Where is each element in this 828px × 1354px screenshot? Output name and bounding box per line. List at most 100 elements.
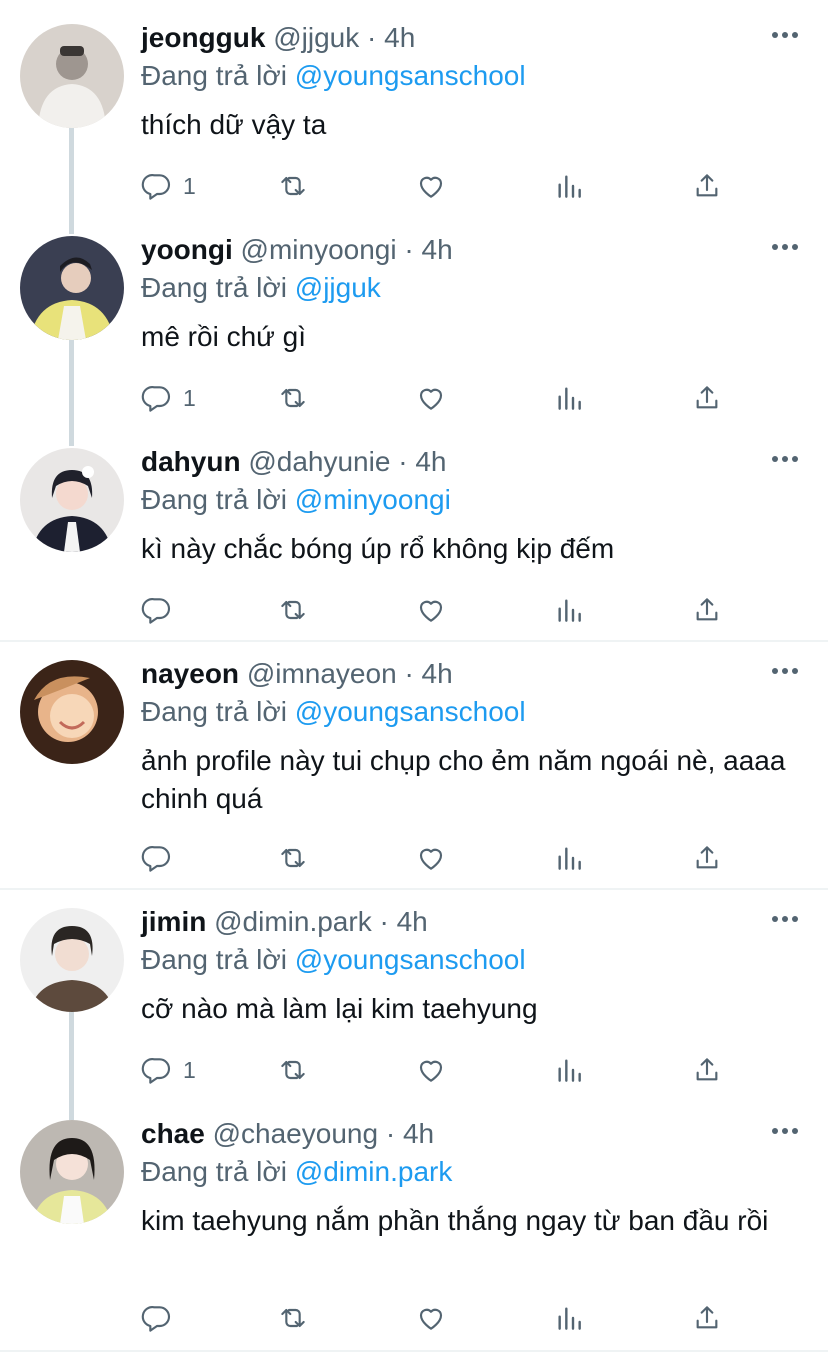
like-button[interactable] bbox=[415, 840, 447, 876]
user-handle[interactable]: @dimin.park bbox=[214, 906, 372, 937]
reply-button[interactable]: 1 bbox=[141, 168, 196, 204]
like-button[interactable] bbox=[415, 380, 447, 416]
avatar[interactable] bbox=[20, 660, 124, 764]
avatar[interactable] bbox=[20, 448, 124, 552]
tweet-text: ảnh profile này tui chụp cho ẻm năm ngoá… bbox=[141, 745, 786, 814]
mention-link[interactable]: @dimin.park bbox=[295, 1156, 453, 1187]
timestamp[interactable]: 4h bbox=[403, 1118, 434, 1149]
more-icon[interactable] bbox=[772, 30, 798, 40]
more-icon[interactable] bbox=[772, 666, 798, 676]
share-button[interactable] bbox=[691, 1052, 723, 1088]
timestamp[interactable]: 4h bbox=[415, 446, 446, 477]
retweet-button[interactable] bbox=[277, 840, 309, 876]
avatar[interactable] bbox=[20, 236, 124, 340]
share-icon bbox=[696, 1306, 718, 1329]
action-bar: 1 bbox=[141, 168, 741, 204]
share-button[interactable] bbox=[691, 168, 723, 204]
reply-icon bbox=[141, 846, 171, 872]
more-icon[interactable] bbox=[772, 242, 798, 252]
tweet-text: thích dữ vậy ta bbox=[141, 109, 327, 140]
analytics-button[interactable] bbox=[553, 380, 585, 416]
like-button[interactable] bbox=[415, 1300, 447, 1336]
analytics-icon bbox=[558, 847, 581, 870]
analytics-button[interactable] bbox=[553, 1300, 585, 1336]
retweet-button[interactable] bbox=[277, 380, 309, 416]
timestamp[interactable]: 4h bbox=[397, 906, 428, 937]
share-button[interactable] bbox=[691, 592, 723, 628]
avatar[interactable] bbox=[20, 24, 124, 128]
action-bar bbox=[141, 1300, 741, 1336]
like-button[interactable] bbox=[415, 168, 447, 204]
analytics-button[interactable] bbox=[553, 840, 585, 876]
reply-prefix: Đang trả lời bbox=[141, 272, 287, 303]
user-handle[interactable]: @minyoongi bbox=[241, 234, 397, 265]
analytics-button[interactable] bbox=[553, 592, 585, 628]
reply-button[interactable] bbox=[141, 840, 183, 876]
display-name[interactable]: jeongguk bbox=[141, 22, 265, 53]
analytics-button[interactable] bbox=[553, 1052, 585, 1088]
share-button[interactable] bbox=[691, 840, 723, 876]
mention-link[interactable]: @minyoongi bbox=[295, 484, 451, 515]
display-name[interactable]: dahyun bbox=[141, 446, 241, 477]
timestamp[interactable]: 4h bbox=[384, 22, 415, 53]
like-button[interactable] bbox=[415, 1052, 447, 1088]
user-handle[interactable]: @jjguk bbox=[273, 22, 359, 53]
display-name[interactable]: jimin bbox=[141, 906, 206, 937]
tweet-header: nayeon @imnayeon · 4h bbox=[141, 656, 453, 692]
mention-link[interactable]: @youngsanschool bbox=[295, 60, 526, 91]
share-button[interactable] bbox=[691, 380, 723, 416]
share-button[interactable] bbox=[691, 1300, 723, 1336]
retweet-button[interactable] bbox=[277, 1052, 309, 1088]
separator-dot: · bbox=[385, 1118, 396, 1149]
tweet-header: yoongi @minyoongi · 4h bbox=[141, 232, 453, 268]
mention-link[interactable]: @youngsanschool bbox=[295, 944, 526, 975]
like-icon bbox=[419, 1308, 443, 1330]
tweet-header: chae @chaeyoung · 4h bbox=[141, 1116, 434, 1152]
retweet-button[interactable] bbox=[277, 592, 309, 628]
retweet-button[interactable] bbox=[277, 1300, 309, 1336]
like-button[interactable] bbox=[415, 592, 447, 628]
reply-context: Đang trả lời @minyoongi bbox=[141, 482, 451, 518]
reply-context: Đang trả lời @youngsanschool bbox=[141, 694, 526, 730]
display-name[interactable]: chae bbox=[141, 1118, 205, 1149]
reply-prefix: Đang trả lời bbox=[141, 484, 287, 515]
tweet-text: kim taehyung nắm phần thắng ngay từ ban … bbox=[141, 1205, 769, 1236]
retweet-icon bbox=[281, 1060, 305, 1080]
share-icon bbox=[696, 174, 718, 197]
user-handle[interactable]: @imnayeon bbox=[247, 658, 397, 689]
more-icon[interactable] bbox=[772, 914, 798, 924]
avatar[interactable] bbox=[20, 1120, 124, 1224]
reply-context: Đang trả lời @jjguk bbox=[141, 270, 381, 306]
reply-button[interactable]: 1 bbox=[141, 1052, 196, 1088]
display-name[interactable]: yoongi bbox=[141, 234, 233, 265]
reply-button[interactable]: 1 bbox=[141, 380, 196, 416]
share-icon bbox=[696, 598, 718, 621]
more-icon[interactable] bbox=[772, 454, 798, 464]
reply-prefix: Đang trả lời bbox=[141, 944, 287, 975]
timestamp[interactable]: 4h bbox=[422, 234, 453, 265]
divider bbox=[0, 1350, 828, 1352]
user-handle[interactable]: @chaeyoung bbox=[213, 1118, 378, 1149]
mention-link[interactable]: @jjguk bbox=[295, 272, 381, 303]
reply-button[interactable] bbox=[141, 592, 183, 628]
action-bar: 1 bbox=[141, 380, 741, 416]
mention-link[interactable]: @youngsanschool bbox=[295, 696, 526, 727]
separator-dot: · bbox=[367, 22, 377, 53]
analytics-button[interactable] bbox=[553, 168, 585, 204]
reply-prefix: Đang trả lời bbox=[141, 696, 287, 727]
analytics-icon bbox=[558, 1059, 581, 1082]
display-name[interactable]: nayeon bbox=[141, 658, 239, 689]
reply-button[interactable] bbox=[141, 1300, 183, 1336]
avatar[interactable] bbox=[20, 908, 124, 1012]
timestamp[interactable]: 4h bbox=[422, 658, 453, 689]
like-icon bbox=[419, 388, 443, 410]
user-handle[interactable]: @dahyunie bbox=[248, 446, 390, 477]
more-icon[interactable] bbox=[772, 1126, 798, 1136]
reply-context: Đang trả lời @youngsanschool bbox=[141, 942, 526, 978]
retweet-button[interactable] bbox=[277, 168, 309, 204]
analytics-icon bbox=[558, 1307, 581, 1330]
reply-prefix: Đang trả lời bbox=[141, 60, 287, 91]
reply-icon bbox=[141, 1058, 171, 1084]
tweet-header: dahyun @dahyunie · 4h bbox=[141, 444, 446, 480]
reply-count: 1 bbox=[183, 1056, 196, 1083]
